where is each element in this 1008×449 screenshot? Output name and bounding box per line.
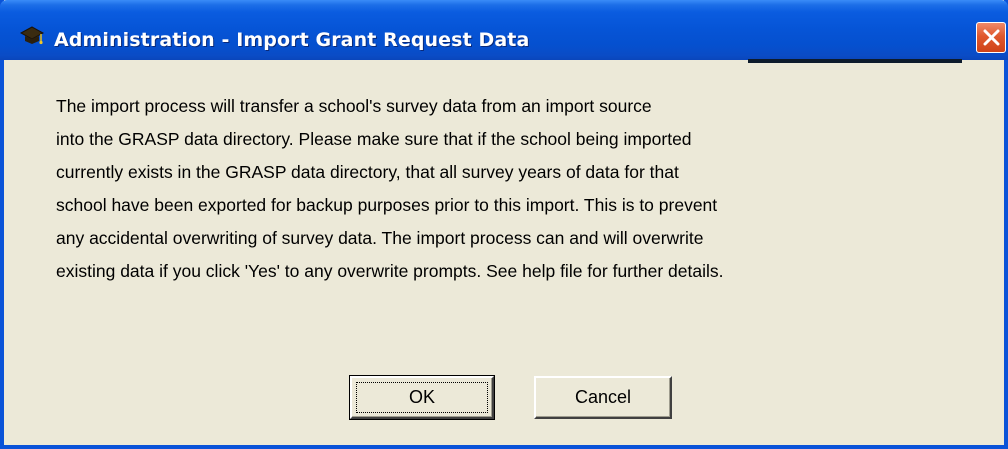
message-line: any accidental overwriting of survey dat…: [56, 228, 704, 248]
cancel-button[interactable]: Cancel: [534, 376, 672, 419]
close-button[interactable]: [976, 22, 1006, 53]
window-title: Administration - Import Grant Request Da…: [54, 29, 530, 51]
message-line: into the GRASP data directory. Please ma…: [56, 129, 692, 149]
cancel-button-label: Cancel: [574, 387, 632, 407]
message-line: school have been exported for backup pur…: [56, 195, 718, 215]
graduation-cap-icon: [19, 24, 45, 46]
message-line: The import process will transfer a schoo…: [56, 96, 652, 116]
background-window-edge: [748, 59, 962, 63]
focus-rectangle: [356, 382, 488, 413]
message-line: existing data if you click 'Yes' to any …: [56, 261, 724, 281]
dialog-window: Administration - Import Grant Request Da…: [0, 0, 1008, 449]
message-line: currently exists in the GRASP data direc…: [56, 162, 679, 182]
message-text: The import process will transfer a schoo…: [56, 90, 996, 288]
close-icon: [983, 29, 1000, 46]
ok-button[interactable]: OK: [349, 375, 495, 420]
title-bar[interactable]: Administration - Import Grant Request Da…: [0, 0, 1008, 60]
